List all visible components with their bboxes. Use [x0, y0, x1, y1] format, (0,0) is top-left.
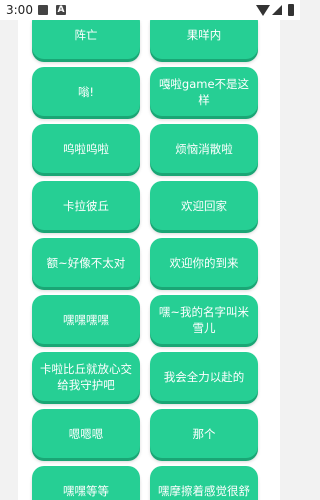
voice-button[interactable]: 嘎啦game不是这样 [150, 67, 258, 116]
voice-button[interactable]: 呜啦呜啦 [32, 124, 140, 173]
voice-button[interactable]: 那个 [150, 409, 258, 458]
button-row: 嘿嘿嘿嘿 嘿~我的名字叫米雪儿 [32, 295, 268, 352]
voice-button-panel: 阵亡 果咩内 嗡! 嘎啦game不是这样 呜啦呜啦 烦恼消散啦 卡拉彼丘 欢迎回… [18, 20, 280, 500]
button-row: 嗯嗯嗯 那个 [32, 409, 268, 466]
button-row: 卡拉彼丘 欢迎回家 [32, 181, 268, 238]
status-bar: 3:00 A [0, 0, 300, 20]
signal-icon [272, 5, 282, 15]
voice-button[interactable]: 阵亡 [32, 20, 140, 59]
button-row: 嘿嘿等等 嘿摩擦着感觉很舒 [32, 466, 268, 500]
button-row: 呜啦呜啦 烦恼消散啦 [32, 124, 268, 181]
voice-button[interactable]: 嘿~我的名字叫米雪儿 [150, 295, 258, 344]
voice-button[interactable]: 额~好像不太对 [32, 238, 140, 287]
voice-button[interactable]: 嗡! [32, 67, 140, 116]
voice-button[interactable]: 欢迎回家 [150, 181, 258, 230]
voice-button[interactable]: 烦恼消散啦 [150, 124, 258, 173]
image-icon [38, 5, 48, 15]
voice-button[interactable]: 卡啦比丘就放心交给我守护吧 [32, 352, 140, 401]
battery-icon [288, 4, 294, 16]
a-icon: A [56, 5, 66, 15]
voice-button[interactable]: 嘿摩擦着感觉很舒 [150, 466, 258, 500]
voice-button-grid: 阵亡 果咩内 嗡! 嘎啦game不是这样 呜啦呜啦 烦恼消散啦 卡拉彼丘 欢迎回… [32, 20, 268, 500]
wifi-icon [256, 5, 270, 16]
voice-button[interactable]: 卡拉彼丘 [32, 181, 140, 230]
button-row: 嗡! 嘎啦game不是这样 [32, 67, 268, 124]
button-row: 阵亡 果咩内 [32, 20, 268, 67]
voice-button[interactable]: 果咩内 [150, 20, 258, 59]
voice-button[interactable]: 嘿嘿等等 [32, 466, 140, 500]
button-row: 额~好像不太对 欢迎你的到来 [32, 238, 268, 295]
voice-button[interactable]: 嘿嘿嘿嘿 [32, 295, 140, 344]
status-time: 3:00 [6, 3, 33, 17]
voice-button[interactable]: 我会全力以赴的 [150, 352, 258, 401]
button-row: 卡啦比丘就放心交给我守护吧 我会全力以赴的 [32, 352, 268, 409]
voice-button[interactable]: 欢迎你的到来 [150, 238, 258, 287]
voice-button[interactable]: 嗯嗯嗯 [32, 409, 140, 458]
